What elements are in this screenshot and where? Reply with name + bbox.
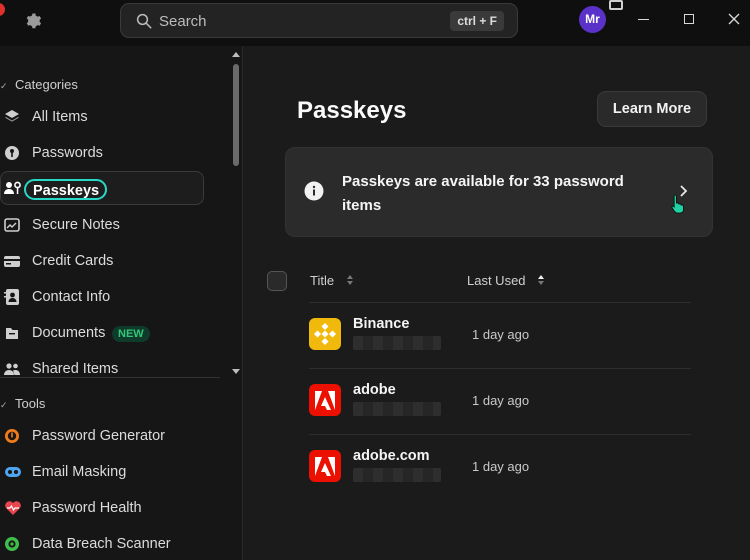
hand-cursor-icon <box>671 194 685 214</box>
column-header-last-used[interactable]: Last Used <box>467 273 545 289</box>
item-name: adobe.com <box>353 448 430 464</box>
page-title: Passkeys <box>297 97 407 124</box>
sidebar-scrollbar[interactable] <box>233 64 239 166</box>
sidebar-item-email-masking[interactable]: Email Masking <box>0 455 204 489</box>
sidebar-item-passwords[interactable]: Passwords <box>0 136 204 170</box>
generator-icon <box>4 428 20 444</box>
scroll-up-arrow-icon[interactable] <box>232 52 240 57</box>
column-title-label: Title <box>310 273 335 288</box>
sidebar-item-secure-notes[interactable]: Secure Notes <box>0 208 204 242</box>
categories-section-header[interactable]: ✓ Categories <box>0 77 78 92</box>
chevron-down-icon: ✓ <box>0 81 8 91</box>
search-placeholder: Search <box>159 13 207 30</box>
info-icon <box>304 181 324 201</box>
main-panel: Passkeys Learn More Passkeys are availab… <box>243 46 750 560</box>
sidebar-item-label: Contact Info <box>32 289 111 305</box>
adobe-logo-icon <box>309 384 341 416</box>
mask-icon <box>4 464 21 480</box>
search-input[interactable]: Search ctrl + F <box>120 3 518 38</box>
sidebar-item-label: All Items <box>32 109 88 125</box>
sidebar-item-data-breach-scanner[interactable]: Data Breach Scanner <box>0 527 204 560</box>
layers-icon <box>4 109 20 125</box>
card-icon <box>4 253 20 269</box>
close-button[interactable] <box>727 12 741 26</box>
contact-icon <box>4 289 20 305</box>
new-badge: NEW <box>112 326 150 342</box>
sidebar-item-label: Shared Items <box>32 361 119 377</box>
last-used-value: 1 day ago <box>472 327 530 342</box>
sidebar-item-documents[interactable]: Documents NEW <box>0 316 204 350</box>
table-row[interactable]: adobe 1 day ago <box>309 368 691 434</box>
scroll-down-arrow-icon[interactable] <box>232 369 240 374</box>
key-icon <box>4 145 20 161</box>
sidebar-item-passkeys[interactable]: Passkeys <box>0 171 204 205</box>
note-icon <box>4 217 20 233</box>
heart-icon <box>4 500 21 516</box>
sidebar-item-label: Passwords <box>32 145 103 161</box>
redacted-username <box>353 402 441 416</box>
record-indicator-icon <box>0 3 5 16</box>
sort-icon <box>346 274 354 289</box>
adobe-logo-icon <box>309 450 341 482</box>
mini-window-icon[interactable] <box>609 0 623 10</box>
sidebar-item-label: Password Health <box>32 500 142 516</box>
sidebar-item-password-health[interactable]: Password Health <box>0 491 204 525</box>
document-icon <box>4 325 20 341</box>
sidebar-item-label: Data Breach Scanner <box>32 536 171 552</box>
passkeys-available-banner[interactable]: Passkeys are available for 33 password i… <box>285 147 713 237</box>
search-shortcut-hint: ctrl + F <box>450 11 504 31</box>
sidebar-divider <box>0 377 220 378</box>
column-header-title[interactable]: Title <box>310 273 354 289</box>
sidebar-item-label: Secure Notes <box>32 217 120 233</box>
passkey-icon <box>4 180 21 196</box>
sidebar-item-credit-cards[interactable]: Credit Cards <box>0 244 204 278</box>
title-bar: Search ctrl + F Mr <box>0 0 750 46</box>
sidebar-item-label: Password Generator <box>32 428 165 444</box>
chevron-down-icon: ✓ <box>0 400 8 410</box>
people-icon <box>4 361 20 377</box>
learn-more-button[interactable]: Learn More <box>597 91 707 127</box>
sidebar: ✓ Categories All Items Passwords Passkeys… <box>0 46 243 560</box>
sidebar-item-all-items[interactable]: All Items <box>0 100 204 134</box>
table-row[interactable]: adobe.com 1 day ago <box>309 434 691 500</box>
redacted-username <box>353 336 441 350</box>
tools-label: Tools <box>15 396 46 411</box>
item-name: Binance <box>353 316 410 332</box>
sidebar-item-label: Email Masking <box>32 464 127 480</box>
minimize-button[interactable] <box>638 19 649 20</box>
categories-label: Categories <box>15 77 78 92</box>
redacted-username <box>353 468 441 482</box>
last-used-value: 1 day ago <box>472 459 530 474</box>
last-used-value: 1 day ago <box>472 393 530 408</box>
select-all-checkbox[interactable] <box>267 271 287 291</box>
banner-text: Passkeys are available for 33 password i… <box>342 173 624 214</box>
binance-logo-icon <box>309 318 341 350</box>
sidebar-item-label: Documents <box>32 325 106 341</box>
gear-icon[interactable] <box>24 12 42 30</box>
search-icon <box>135 12 153 30</box>
sidebar-item-label: Passkeys <box>24 179 108 200</box>
sort-icon <box>537 274 545 289</box>
scanner-icon <box>4 536 20 552</box>
sidebar-item-password-generator[interactable]: Password Generator <box>0 419 204 453</box>
column-last-used-label: Last Used <box>467 273 526 288</box>
item-name: adobe <box>353 382 396 398</box>
avatar[interactable]: Mr <box>579 6 606 33</box>
table-row[interactable]: Binance 1 day ago <box>309 302 691 368</box>
sidebar-item-shared-items[interactable]: Shared Items <box>0 352 204 386</box>
tools-section-header[interactable]: ✓ Tools <box>0 396 45 411</box>
sidebar-item-label: Credit Cards <box>32 253 114 269</box>
maximize-button[interactable] <box>684 14 694 24</box>
sidebar-item-contact-info[interactable]: Contact Info <box>0 280 204 314</box>
